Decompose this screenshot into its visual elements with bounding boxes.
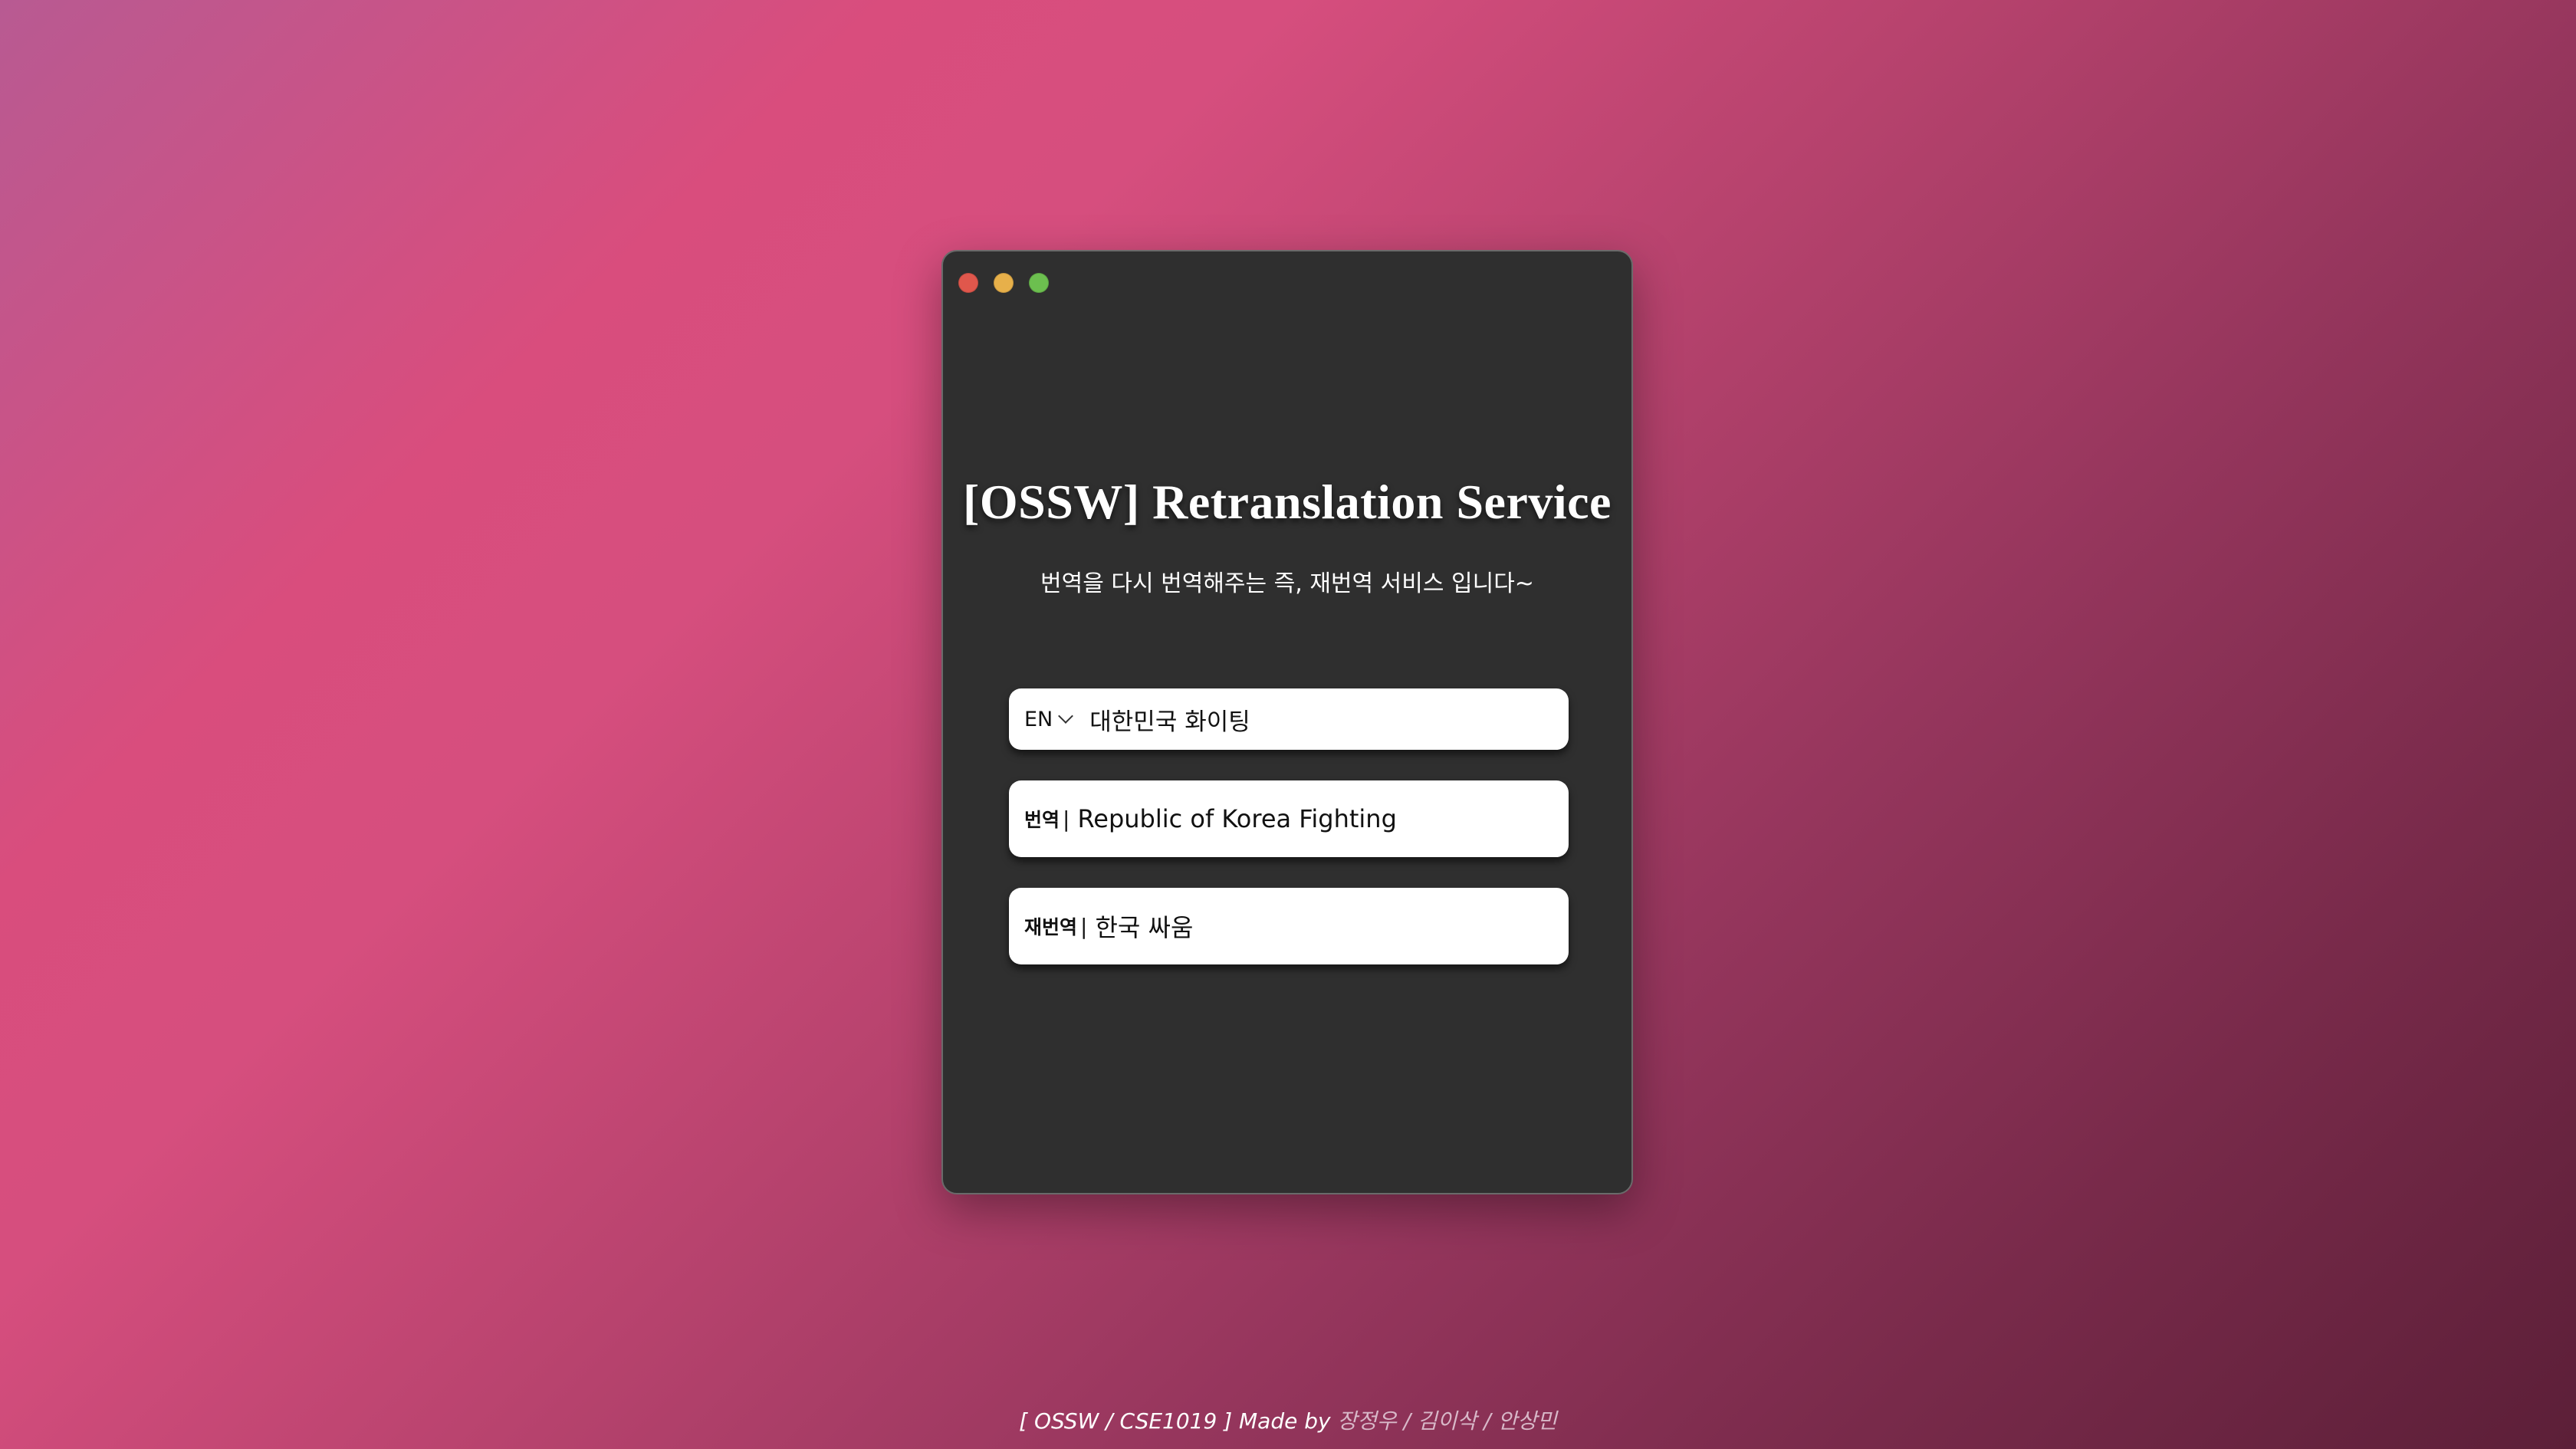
retranslation-result-box: 재번역 | 한국 싸움 (1009, 888, 1569, 964)
language-select-value: EN (1024, 707, 1053, 731)
source-text-input[interactable] (1089, 705, 1520, 733)
language-select[interactable]: EN (1024, 707, 1074, 731)
page-subtitle: 번역을 다시 번역해주는 즉, 재번역 서비스 입니다~ (1040, 570, 1534, 597)
retranslation-label: 재번역 (1024, 916, 1078, 938)
minimize-button[interactable] (994, 273, 1014, 293)
footer-prefix: [ OSSW / CSE1019 ] Made by (1019, 1408, 1331, 1434)
chevron-down-icon (1058, 708, 1074, 724)
window-controls (958, 273, 1049, 293)
source-input-box: EN (1009, 688, 1569, 750)
footer-authors: 장정우 / 김이삭 / 안상민 (1337, 1408, 1557, 1434)
retranslation-value: 한국 싸움 (1095, 913, 1194, 942)
close-button[interactable] (958, 273, 978, 293)
translation-separator: | (1063, 806, 1070, 832)
page-title: [OSSW] Retranslation Service (963, 475, 1612, 529)
retranslation-separator: | (1080, 913, 1088, 939)
footer-credits: [ OSSW / CSE1019 ] Made by 장정우 / 김이삭 / 안… (0, 1405, 2576, 1435)
maximize-button[interactable] (1029, 273, 1049, 293)
translation-value: Republic of Korea Fighting (1077, 804, 1397, 833)
translation-result-box: 번역 | Republic of Korea Fighting (1009, 780, 1569, 857)
app-window: [OSSW] Retranslation Service 번역을 다시 번역해주… (941, 250, 1633, 1194)
translation-label: 번역 (1024, 809, 1060, 831)
